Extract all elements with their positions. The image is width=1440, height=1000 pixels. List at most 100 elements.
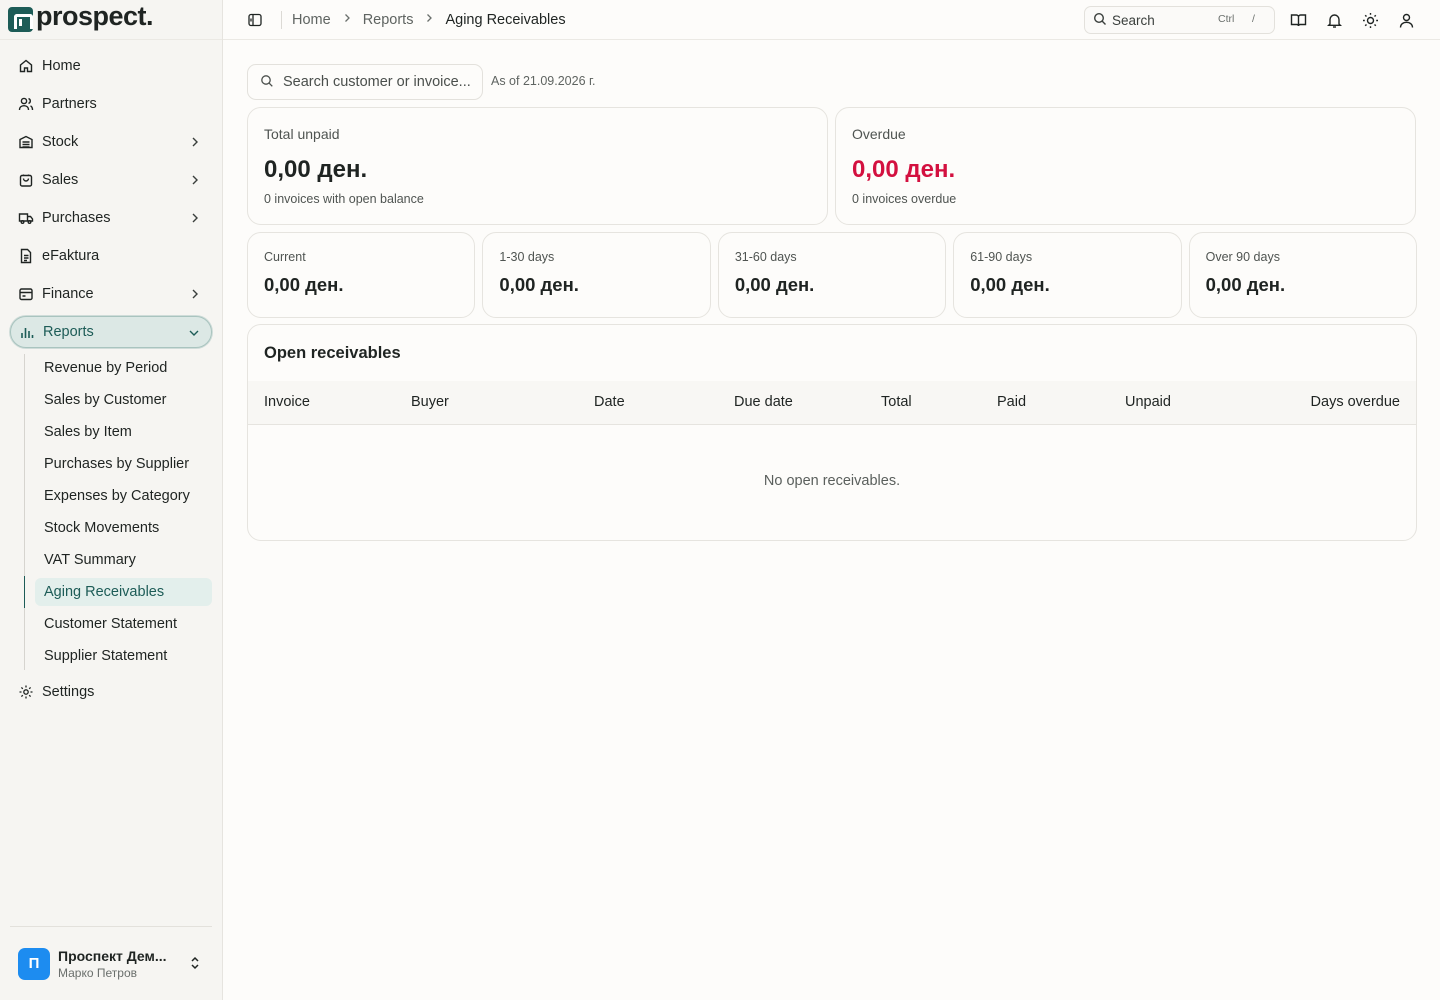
column-header-buyer[interactable]: Buyer [411,394,449,410]
open-receivables-table: Open receivables Invoice Buyer Date Due … [247,324,1417,541]
as-of-date: As of 21.09.2026 г. [491,74,596,88]
sidebar-item-label: Purchases [42,210,111,226]
column-header-days-overdue[interactable]: Days overdue [1311,394,1400,410]
bucket-title: Current [264,250,306,264]
purchases-icon [18,210,34,226]
sidebar-item-label: Home [42,58,81,74]
submenu-item-vat-summary[interactable]: VAT Summary [35,546,212,574]
bucket-title: 1-30 days [499,250,555,264]
user-person-name: Марко Петров [58,965,137,980]
search-input-placeholder: Search customer or invoice... [283,74,471,90]
brand-name: prospect. [36,1,154,31]
sidebar-item-sales[interactable]: Sales [10,164,212,196]
global-search[interactable]: Search Ctrl / [1084,6,1275,34]
submenu-item-purchases-by-supplier[interactable]: Purchases by Supplier [35,450,212,478]
sidebar-item-partners[interactable]: Partners [10,88,212,120]
bucket-title: Over 90 days [1205,250,1280,264]
book-icon[interactable] [1289,11,1307,29]
sales-icon [18,172,34,188]
submenu-item-stock-movements[interactable]: Stock Movements [35,514,212,542]
submenu-item-sales-by-item[interactable]: Sales by Item [35,418,212,446]
user-icon[interactable] [1397,11,1415,29]
search-icon [1093,12,1107,29]
sidebar-item-purchases[interactable]: Purchases [10,202,212,234]
gear-icon [18,684,34,700]
bucket-value: 0,00 ден. [264,274,344,295]
column-header-date[interactable]: Date [594,394,625,410]
search-icon [260,74,274,91]
bucket-value: 0,00 ден. [734,274,815,295]
sidebar-toggle-icon[interactable] [247,12,263,28]
column-header-total[interactable]: Total [881,394,912,410]
search-label: Search [1112,12,1155,28]
sidebar-item-efaktura[interactable]: eFaktura [10,240,212,272]
submenu-item-supplier-statement[interactable]: Supplier Statement [35,642,212,670]
user-info: Проспект Дем... Марко Петров [58,948,178,980]
sidebar: prospect. Home Partners Stock Sales Purc… [0,0,223,1000]
bucket-card-current: Current 0,00 ден. [247,232,476,318]
chevron-right-icon [188,211,202,229]
bucket-card-over-90: Over 90 days 0,00 ден. [1188,232,1418,318]
submenu-item-sales-by-customer[interactable]: Sales by Customer [35,386,212,414]
sidebar-nav: Home Partners Stock Sales Purchases eFak… [0,40,222,708]
breadcrumb-reports[interactable]: Reports [363,12,414,28]
sidebar-item-label: Settings [42,684,95,700]
bar-chart-icon [19,324,35,340]
column-header-unpaid[interactable]: Unpaid [1125,394,1171,410]
sidebar-item-label: Partners [42,96,97,112]
sidebar-item-home[interactable]: Home [10,50,212,82]
card-subtitle: 0 invoices overdue [852,192,957,206]
breadcrumb: Home Reports Aging Receivables [292,12,566,28]
filter-row: Search customer or invoice... As of 21.0… [247,64,1417,100]
user-switcher[interactable]: П Проспект Дем... Марко Петров [10,926,212,1000]
submenu-item-revenue-by-period[interactable]: Revenue by Period [35,354,212,382]
document-icon [18,248,34,264]
finance-icon [18,286,34,302]
sidebar-item-stock[interactable]: Stock [10,126,212,158]
stock-icon [18,134,34,150]
main-area: Home Reports Aging Receivables Search Ct… [223,0,1440,1000]
company-name: Проспект Дем... [58,947,167,964]
topbar: Home Reports Aging Receivables Search Ct… [223,0,1440,40]
sidebar-item-label: Stock [42,134,79,150]
sun-icon[interactable] [1361,11,1379,29]
breadcrumb-home[interactable]: Home [292,12,331,28]
bucket-title: 61-90 days [970,250,1033,264]
sidebar-item-reports[interactable]: Reports [10,316,212,348]
aging-receivables-content: Search customer or invoice... As of 21.0… [247,64,1418,541]
bucket-card-61-90: 61-90 days 0,00 ден. [953,232,1182,318]
chevron-right-icon [188,135,202,153]
chevron-right-icon [188,287,202,305]
chevron-down-icon [187,326,201,344]
overdue-card: Overdue 0,00 ден. 0 invoices overdue [835,107,1416,225]
column-header-paid[interactable]: Paid [997,394,1026,410]
logo-icon [8,7,33,32]
total-unpaid-card: Total unpaid 0,00 ден. 0 invoices with o… [247,107,828,225]
overdue-value: 0,00 ден. [852,156,956,183]
chevron-up-down-icon [188,955,202,974]
submenu-item-customer-statement[interactable]: Customer Statement [35,610,212,638]
empty-state-message: No open receivables. [763,473,901,489]
sidebar-item-settings[interactable]: Settings [10,676,212,708]
submenu-item-aging-receivables[interactable]: Aging Receivables [24,576,212,608]
divider [281,10,282,29]
sidebar-item-label: Finance [42,286,94,302]
bell-icon[interactable] [1325,11,1343,29]
bucket-value: 0,00 ден. [970,274,1050,295]
column-header-invoice[interactable]: Invoice [264,394,310,410]
chevron-right-icon [341,12,353,27]
brand-logo[interactable]: prospect. [0,0,222,40]
customer-invoice-search[interactable]: Search customer or invoice... [247,64,483,100]
bucket-value: 0,00 ден. [499,274,579,295]
bucket-value: 0,00 ден. [1205,274,1286,295]
sidebar-item-label: Sales [42,172,79,188]
sidebar-item-label: eFaktura [42,248,100,264]
submenu-item-expenses-by-category[interactable]: Expenses by Category [35,482,212,510]
column-header-due-date[interactable]: Due date [734,394,793,410]
table-header: Invoice Buyer Date Due date Total Paid U… [248,381,1416,425]
shortcut-key-ctrl: Ctrl [1218,13,1235,25]
breadcrumb-current: Aging Receivables [445,11,566,28]
sidebar-item-finance[interactable]: Finance [10,278,212,310]
chevron-right-icon [423,12,435,27]
reports-submenu: Revenue by Period Sales by Customer Sale… [24,354,212,670]
